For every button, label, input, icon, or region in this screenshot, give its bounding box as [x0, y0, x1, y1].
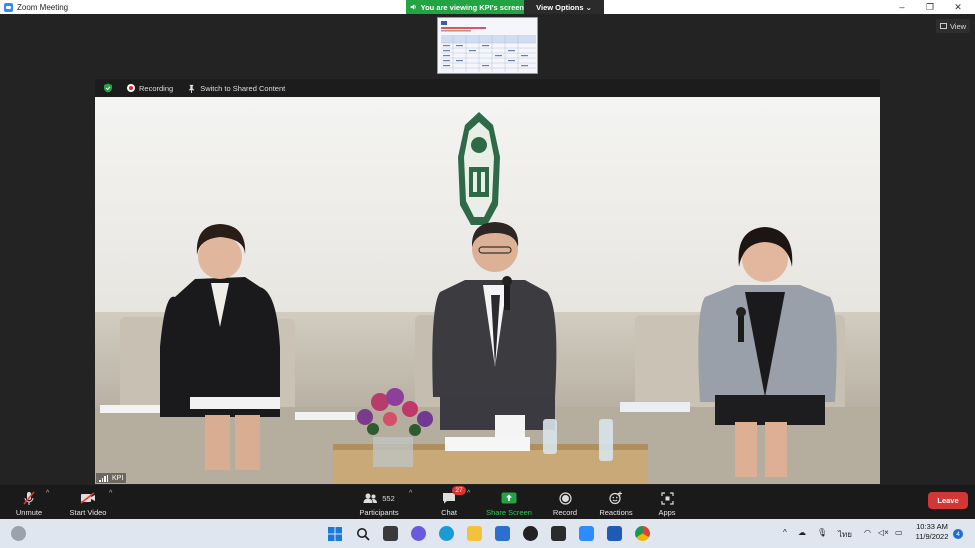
clock-date: 11/9/2022 [915, 532, 949, 541]
reactions-icon [609, 491, 622, 505]
recording-label: Recording [139, 83, 174, 93]
search-icon[interactable] [355, 526, 370, 541]
recording-indicator[interactable]: Recording [127, 84, 173, 93]
record-label: Record [552, 508, 578, 517]
share-screen-button[interactable]: Share Screen [484, 487, 534, 517]
emblem-logo [458, 112, 500, 225]
meeting-status-bar: Recording Switch to Shared Content [95, 79, 880, 97]
restore-button[interactable]: ❐ [916, 0, 944, 14]
switch-to-shared-content-button[interactable]: Switch to Shared Content [187, 84, 285, 93]
leave-button[interactable]: Leave [928, 492, 968, 509]
chat-options-caret[interactable]: ^ [467, 490, 470, 497]
view-layout-button[interactable]: View [936, 19, 970, 33]
video-off-icon [80, 492, 95, 504]
edge-icon[interactable] [439, 526, 454, 541]
mic-muted-icon [23, 491, 35, 505]
dell-icon[interactable] [523, 526, 538, 541]
battery-icon[interactable]: ▭ [895, 528, 903, 537]
shield-icon [104, 83, 112, 93]
view-label: View [949, 21, 967, 31]
share-screen-icon [501, 492, 517, 504]
word-icon[interactable] [607, 526, 622, 541]
clock-time: 10:33 AM [916, 522, 948, 531]
wifi-icon[interactable]: ◠ [864, 528, 871, 537]
start-video-label: Start Video [69, 508, 107, 517]
zoom-logo-icon [4, 2, 13, 12]
switch-label: Switch to Shared Content [200, 83, 286, 93]
notification-badge[interactable]: 4 [953, 529, 963, 539]
pin-icon [188, 84, 195, 93]
apps-label: Apps [658, 508, 676, 517]
share-screen-label: Share Screen [486, 508, 532, 517]
mail-icon[interactable] [495, 526, 510, 541]
participants-button[interactable]: 552 Participants [356, 487, 402, 517]
participant-name-tag: KPI [96, 473, 127, 483]
speaker-icon [410, 4, 416, 10]
chat-label: Chat [441, 508, 457, 517]
language-indicator[interactable]: ไทย [838, 528, 852, 541]
zoom-taskbar-icon[interactable] [579, 526, 594, 541]
video-frame [95, 97, 880, 484]
widgets-icon[interactable] [11, 526, 26, 541]
reactions-button[interactable]: Reactions [598, 487, 634, 517]
tray-overflow-caret[interactable]: ^ [783, 528, 787, 537]
window-title: Zoom Meeting [17, 2, 69, 12]
record-icon [127, 84, 135, 92]
audio-options-caret[interactable]: ^ [46, 490, 49, 497]
viewing-text: You are viewing KPI's screen [420, 2, 524, 12]
sticky-notes-icon[interactable] [551, 526, 566, 541]
windows-start-icon[interactable] [327, 526, 342, 541]
file-explorer-icon[interactable] [467, 526, 482, 541]
participant-name: KPI [112, 474, 124, 482]
active-speaker-video[interactable] [95, 97, 880, 484]
zoom-meeting-window: Zoom Meeting – ❐ ✕ You are viewing KPI's… [0, 0, 975, 548]
chrome-icon[interactable] [635, 526, 650, 541]
volume-icon[interactable]: ◁× [878, 528, 889, 537]
close-button[interactable]: ✕ [944, 0, 972, 14]
windows-taskbar [0, 519, 975, 548]
participants-count: 552 [382, 493, 395, 503]
meeting-toolbar: Unmute ^ Start Video ^ 552 Participants … [0, 485, 975, 519]
clock[interactable]: 10:33 AM 11/9/2022 [908, 522, 956, 542]
apps-button[interactable]: Apps [654, 487, 680, 517]
minimize-button[interactable]: – [888, 0, 916, 14]
video-options-caret[interactable]: ^ [109, 490, 112, 497]
shared-screen-thumbnail[interactable] [437, 17, 538, 74]
task-view-icon[interactable] [383, 526, 398, 541]
view-options-button[interactable]: View Options ⌄ [524, 0, 604, 14]
viewing-screen-banner: You are viewing KPI's screen [406, 0, 524, 14]
reactions-label: Reactions [599, 508, 633, 517]
apps-icon [660, 491, 674, 505]
unmute-label: Unmute [15, 508, 43, 517]
onedrive-icon[interactable]: ☁ [798, 528, 806, 537]
start-video-button[interactable]: Start Video [66, 487, 110, 517]
microphone-icon[interactable]: 🎙︎ [817, 528, 827, 537]
teams-chat-icon[interactable] [411, 526, 426, 541]
participants-label: Participants [359, 508, 399, 517]
encryption-shield[interactable] [103, 83, 113, 93]
participants-icon [363, 493, 378, 503]
shared-document-preview [438, 18, 537, 73]
unmute-button[interactable]: Unmute [12, 487, 46, 517]
chat-unread-badge: 27 [452, 486, 466, 495]
participants-options-caret[interactable]: ^ [409, 490, 412, 497]
record-button-icon [558, 491, 572, 505]
record-button[interactable]: Record [550, 487, 580, 517]
grid-icon [939, 23, 947, 29]
signal-strength-icon [99, 474, 109, 482]
